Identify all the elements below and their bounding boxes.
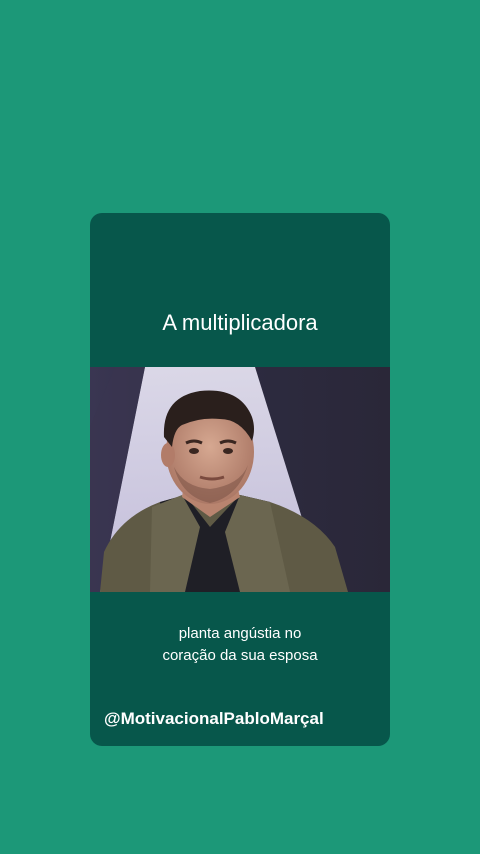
caption-line-2: coração da sua esposa	[162, 647, 318, 664]
video-frame[interactable]	[90, 367, 390, 592]
caption-line-1: planta angústia no	[178, 625, 302, 642]
channel-handle: @MotivacionalPabloMarçal	[104, 709, 324, 728]
video-card: A multiplicadora planta angústia no cora…	[90, 213, 390, 746]
video-title: A multiplicadora	[162, 310, 318, 335]
speaker-image	[90, 367, 390, 592]
video-caption: planta angústia no coração da sua esposa	[90, 623, 390, 667]
